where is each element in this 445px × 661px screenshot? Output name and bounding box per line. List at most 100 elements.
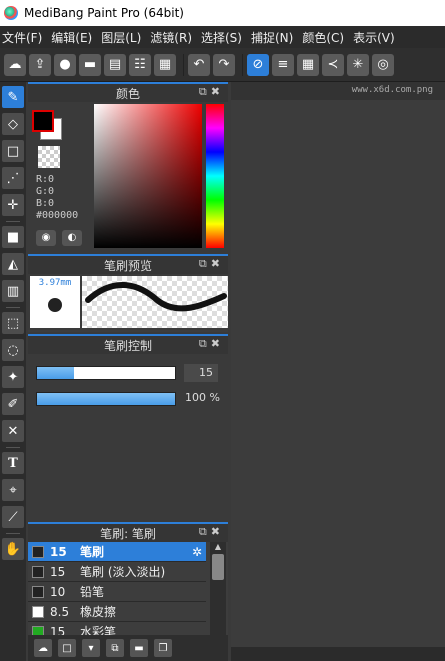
brush-preview-title: 笔刷预览 — [103, 258, 152, 273]
primary-color-swatch[interactable] — [32, 110, 54, 132]
tool-divider — [6, 307, 20, 308]
brush-size: 10 — [50, 584, 66, 599]
blue-value: B:0 — [36, 198, 55, 209]
new-brush-icon[interactable]: □ — [58, 639, 76, 657]
canvas-watermark: www.x6d.com.png — [231, 82, 445, 100]
radial-snap-icon[interactable]: ≺ — [322, 53, 344, 76]
menu-edit[interactable]: 编辑(E) — [51, 29, 101, 46]
brush-list-item[interactable]: 15 笔刷 ✲ — [28, 542, 206, 562]
upload-icon[interactable]: ⇪ — [29, 53, 51, 76]
close-icon[interactable]: ✖ — [211, 85, 224, 98]
tool-divider — [6, 447, 20, 448]
folder-icon[interactable]: ▬ — [130, 639, 148, 657]
canvas-area[interactable]: www.x6d.com.png — [231, 82, 445, 661]
select-rect-icon[interactable]: ⬚ — [2, 312, 24, 334]
lasso-icon[interactable]: ◌ — [2, 339, 24, 361]
cloud-icon[interactable]: ☁ — [4, 53, 26, 76]
brush-list-item[interactable]: 10 铅笔 — [28, 582, 206, 602]
scroll-up-icon[interactable]: ▲ — [210, 542, 226, 552]
hex-value[interactable]: #000000 — [36, 210, 78, 222]
gradient-icon[interactable]: ▥ — [2, 280, 24, 302]
grid-snap-icon[interactable]: ▦ — [297, 53, 319, 76]
grid-panel-icon[interactable]: ☷ — [129, 53, 151, 76]
select-eraser-icon[interactable]: ✕ — [2, 420, 24, 442]
gear-icon[interactable]: ✲ — [192, 545, 202, 559]
magic-wand-icon[interactable]: ✦ — [2, 366, 24, 388]
scroll-thumb[interactable] — [212, 554, 224, 580]
menu-view[interactable]: 表示(V) — [353, 29, 404, 46]
chat-icon[interactable]: ● — [54, 53, 76, 76]
redo-icon[interactable]: ↷ — [213, 53, 235, 76]
green-value: G:0 — [36, 186, 55, 197]
canvas-horizontal-scrollbar[interactable] — [231, 647, 445, 661]
dot-line-icon[interactable]: ⋰ — [2, 167, 24, 189]
brush-color-swatch — [32, 585, 44, 598]
copy-brush-icon[interactable]: ⧉ — [106, 639, 124, 657]
comment-icon[interactable]: ▬ — [79, 53, 101, 76]
fill-rect-icon[interactable]: ■ — [2, 226, 24, 248]
color-panel-title: 颜色 — [115, 86, 140, 101]
bucket-icon[interactable]: ◭ — [2, 253, 24, 275]
hand-icon[interactable]: ✋ — [2, 538, 24, 560]
brush-size: 15 — [50, 624, 66, 636]
toolbar-divider — [183, 53, 184, 76]
popout-icon[interactable]: ⧉ — [199, 85, 211, 98]
tool-divider — [6, 533, 20, 534]
panel-controls: ⧉✖ — [199, 337, 224, 351]
tile-icon[interactable]: ▦ — [154, 53, 176, 76]
snap-off-icon[interactable]: ⊘ — [247, 53, 269, 76]
brush-opacity-slider[interactable] — [36, 392, 176, 406]
operation-icon[interactable]: ⌖ — [2, 479, 24, 501]
menu-file[interactable]: 文件(F) — [0, 29, 51, 46]
popout-icon[interactable]: ⧉ — [199, 337, 211, 350]
brush-color-swatch — [32, 625, 44, 635]
brush-list-item[interactable]: 15 笔刷 (淡入淡出) — [28, 562, 206, 582]
parallel-snap-icon[interactable]: ≡ — [272, 53, 294, 76]
palette-icon[interactable]: ◉ — [36, 230, 56, 246]
eraser-icon[interactable]: ◇ — [2, 113, 24, 135]
cloud-download-icon[interactable]: ☁ — [34, 639, 52, 657]
brush-size-slider[interactable] — [36, 366, 176, 380]
brush-list-scrollbar[interactable]: ▲ — [210, 542, 226, 635]
popout-icon[interactable]: ⧉ — [199, 525, 211, 538]
brush-opacity-value[interactable]: 100 % — [178, 391, 220, 404]
brush-icon[interactable]: ✎ — [2, 86, 24, 108]
hue-slider[interactable] — [206, 104, 224, 248]
menu-snap[interactable]: 捕捉(N) — [251, 29, 302, 46]
brush-name: 笔刷 (淡入淡出) — [80, 565, 166, 579]
menu-filter[interactable]: 滤镜(R) — [150, 29, 201, 46]
close-icon[interactable]: ✖ — [211, 257, 224, 270]
panel-controls: ⧉✖ — [199, 85, 224, 99]
menu-select[interactable]: 选择(S) — [201, 29, 251, 46]
brush-list-item[interactable]: 8.5 橡皮擦 — [28, 602, 206, 622]
add-brush-menu-icon[interactable]: ▾ — [82, 639, 100, 657]
brush-size-fill — [37, 367, 75, 379]
brush-list-item[interactable]: 15 水彩笔 — [28, 622, 206, 635]
close-icon[interactable]: ✖ — [211, 525, 224, 538]
select-pen-icon[interactable]: ✐ — [2, 393, 24, 415]
eyedropper-icon[interactable]: ⟋ — [2, 506, 24, 528]
brush-size: 8.5 — [50, 604, 70, 619]
document-icon[interactable]: ▤ — [104, 53, 126, 76]
duplicate-icon[interactable]: ❐ — [154, 639, 172, 657]
brush-name: 橡皮擦 — [80, 605, 117, 619]
burst-snap-icon[interactable]: ✳ — [347, 53, 369, 76]
saturation-value-picker[interactable] — [94, 104, 202, 248]
concentric-snap-icon[interactable]: ◎ — [372, 53, 394, 76]
close-icon[interactable]: ✖ — [211, 337, 224, 350]
brush-size-value[interactable]: 15 — [184, 364, 218, 382]
transparent-color-swatch[interactable] — [38, 146, 60, 168]
undo-icon[interactable]: ↶ — [188, 53, 210, 76]
brush-name: 笔刷 — [80, 545, 105, 559]
brush-name: 水彩笔 — [80, 625, 117, 635]
popout-icon[interactable]: ⧉ — [199, 257, 211, 270]
menu-color[interactable]: 颜色(C) — [302, 29, 353, 46]
rectangle-icon[interactable]: □ — [2, 140, 24, 162]
brush-control-panel: 笔刷控制 ⧉✖ 15 100 % — [28, 334, 228, 522]
move-icon[interactable]: ✛ — [2, 194, 24, 216]
color-wheel-icon[interactable]: ◐ — [62, 230, 82, 246]
brush-name: 铅笔 — [80, 585, 105, 599]
brush-stroke-preview — [82, 276, 228, 328]
text-icon[interactable]: T — [2, 452, 24, 474]
menu-layer[interactable]: 图层(L) — [101, 29, 150, 46]
